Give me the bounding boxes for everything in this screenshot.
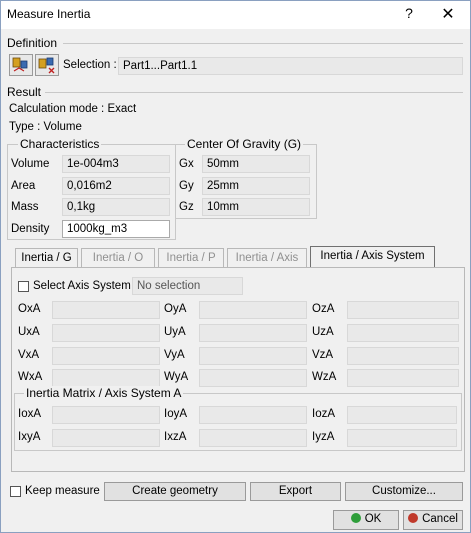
customize-button[interactable]: Customize...: [345, 482, 463, 501]
ioya-label: IoyA: [164, 408, 188, 420]
iyza-value: [347, 429, 457, 447]
mass-value: 0,1kg: [62, 198, 170, 216]
gz-value: 10mm: [202, 198, 310, 216]
vza-value: [347, 347, 459, 365]
ixya-label: IxyA: [18, 431, 41, 443]
keep-measure-checkbox[interactable]: [10, 486, 21, 497]
gy-label: Gy: [179, 180, 194, 192]
cancel-label: Cancel: [422, 513, 458, 525]
iyza-label: IyzA: [312, 431, 335, 443]
calculation-mode: Calculation mode : Exact: [9, 103, 137, 115]
characteristics-label: Characteristics: [18, 137, 102, 151]
measure-inertia-dialog: Measure Inertia ? ✕ Definition Selection…: [0, 0, 471, 533]
window-title: Measure Inertia: [7, 7, 91, 21]
ioza-value: [347, 406, 457, 424]
ioxa-label: IoxA: [18, 408, 42, 420]
wxa-label: WxA: [18, 371, 43, 383]
create-geometry-button[interactable]: Create geometry: [104, 482, 246, 501]
wya-label: WyA: [164, 371, 189, 383]
export-button[interactable]: Export: [250, 482, 341, 501]
definition-label: Definition: [7, 36, 58, 50]
ixza-label: IxzA: [164, 431, 187, 443]
select-axis-field[interactable]: No selection: [132, 277, 243, 295]
gy-value: 25mm: [202, 177, 310, 195]
cog-label: Center Of Gravity (G): [185, 137, 304, 151]
gx-label: Gx: [179, 158, 194, 170]
gx-value: 50mm: [202, 155, 310, 173]
selection-mode-icon: [12, 57, 28, 72]
oya-label: OyA: [164, 303, 187, 315]
ioza-label: IozA: [312, 408, 336, 420]
wza-value: [347, 369, 459, 387]
selection-mode-button-1[interactable]: [9, 54, 33, 76]
select-axis-checkbox[interactable]: [18, 281, 29, 292]
density-label: Density: [11, 223, 50, 235]
result-divider: [45, 92, 463, 93]
oxa-value: [52, 301, 160, 319]
uxa-label: UxA: [18, 326, 40, 338]
inertia-matrix-label: Inertia Matrix / Axis System A: [24, 386, 184, 400]
area-label: Area: [11, 180, 36, 192]
close-icon[interactable]: ✕: [437, 4, 459, 24]
gz-label: Gz: [179, 201, 194, 213]
tab-inertia-g[interactable]: Inertia / G: [15, 248, 78, 268]
vza-label: VzA: [312, 349, 334, 361]
density-input[interactable]: 1000kg_m3: [62, 220, 170, 238]
mass-label: Mass: [11, 201, 39, 213]
vya-value: [199, 347, 307, 365]
selection-mode-icon-2: [38, 57, 55, 74]
oya-value: [199, 301, 307, 319]
ixza-value: [199, 429, 307, 447]
wya-value: [199, 369, 307, 387]
select-axis-label: Select Axis System: [33, 280, 131, 292]
result-type: Type : Volume: [9, 121, 82, 133]
result-label: Result: [7, 85, 42, 99]
cancel-button[interactable]: Cancel: [403, 510, 463, 530]
help-icon[interactable]: ?: [399, 5, 419, 21]
wza-label: WzA: [312, 371, 337, 383]
vxa-label: VxA: [18, 349, 40, 361]
oza-label: OzA: [312, 303, 335, 315]
volume-label: Volume: [11, 158, 50, 170]
uxa-value: [52, 324, 160, 342]
definition-divider: [63, 43, 463, 44]
ioya-value: [199, 406, 307, 424]
tab-inertia-axis-system[interactable]: Inertia / Axis System: [310, 246, 435, 268]
vya-label: VyA: [164, 349, 185, 361]
title-bar: Measure Inertia ? ✕: [1, 1, 470, 29]
wxa-value: [52, 369, 160, 387]
uza-label: UzA: [312, 326, 334, 338]
cancel-icon: [408, 513, 419, 523]
vxa-value: [52, 347, 160, 365]
uza-value: [347, 324, 459, 342]
ioxa-value: [52, 406, 160, 424]
tab-inertia-o[interactable]: Inertia / O: [81, 248, 155, 268]
oza-value: [347, 301, 459, 319]
ok-icon: [350, 513, 361, 523]
ok-label: OK: [364, 513, 382, 525]
keep-measure-label: Keep measure: [25, 485, 100, 497]
tab-inertia-axis[interactable]: Inertia / Axis: [227, 248, 307, 268]
selection-label: Selection :: [63, 59, 117, 71]
oxa-label: OxA: [18, 303, 41, 315]
tab-inertia-p[interactable]: Inertia / P: [158, 248, 224, 268]
ok-button[interactable]: OK: [333, 510, 399, 530]
selection-mode-button-2[interactable]: [35, 54, 59, 76]
uya-label: UyA: [164, 326, 186, 338]
volume-value: 1e-004m3: [62, 155, 170, 173]
uya-value: [199, 324, 307, 342]
ixya-value: [52, 429, 160, 447]
selection-field[interactable]: Part1...Part1.1: [118, 57, 463, 75]
area-value: 0,016m2: [62, 177, 170, 195]
